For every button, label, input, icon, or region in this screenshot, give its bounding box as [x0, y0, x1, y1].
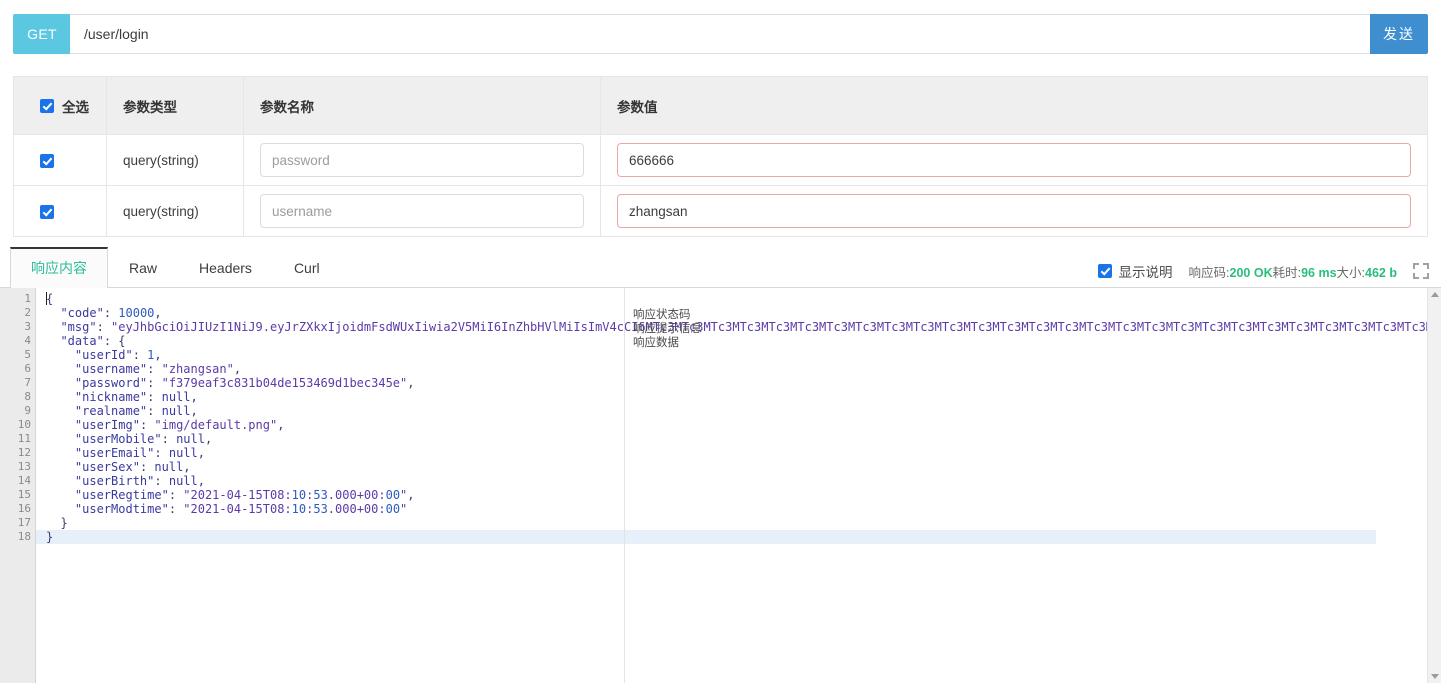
code-line: "data": { [60, 334, 126, 348]
line-number: 4▾ [0, 334, 44, 348]
code-line: "username": "zhangsan", [74, 362, 242, 376]
line-number: 11 [17, 432, 31, 445]
row-param-type-0: query(string) [106, 134, 244, 186]
show-description-toggle[interactable]: 显示说明 [1097, 261, 1173, 281]
code-line: "userRegtime": "2021-04-15T08:10:53.000+… [74, 488, 415, 502]
annotation-label: 响应数据 [633, 337, 679, 349]
elapsed-value: 96 ms [1301, 265, 1337, 280]
line-number: 8 [24, 390, 31, 403]
table-row: query(string) [13, 185, 1428, 237]
code-line: } [46, 516, 68, 530]
param-value-input-0[interactable] [617, 143, 1411, 177]
line-number: 2 [24, 306, 31, 319]
line-number: 18 [17, 530, 31, 543]
response-meta: 显示说明 响应码:200 OK耗时:96 ms大小:462 b [1097, 261, 1441, 287]
line-number: 16 [17, 502, 31, 515]
line-number: 17 [17, 516, 31, 529]
param-value-input-1[interactable] [617, 194, 1411, 228]
row-select-cell [13, 185, 107, 237]
size-value: 462 b [1365, 265, 1397, 280]
status-code-label: 响应码: [1188, 265, 1230, 280]
status-code-value: 200 OK [1229, 265, 1273, 280]
tab-response-content[interactable]: 响应内容 [10, 247, 108, 288]
code-line: "password": "f379eaf3c831b04de153469d1be… [74, 376, 415, 390]
line-number: 12 [17, 446, 31, 459]
expand-icon[interactable] [1413, 263, 1429, 279]
code-line: "realname": null, [74, 404, 198, 418]
code-line: "userMobile": null, [74, 432, 213, 446]
row-param-name-cell-0 [243, 134, 601, 186]
parameters-table: 全选 参数类型 参数名称 参数值 query(string) query [13, 76, 1428, 237]
editor-print-margin [624, 288, 625, 683]
code-line: "msg": "eyJhbGciOiJIUzI1NiJ9.eyJrZXkxIjo… [60, 320, 1441, 334]
code-line: "userEmail": null, [74, 446, 205, 460]
editor-code-area[interactable]: { "code": 10000, "msg": "eyJhbGciOiJIUzI… [36, 288, 1441, 683]
line-number: 7 [24, 376, 31, 389]
row-checkbox-1[interactable] [40, 204, 54, 219]
code-line: "nickname": null, [74, 390, 198, 404]
header-param-name: 参数名称 [243, 76, 601, 135]
table-row: query(string) [13, 134, 1428, 186]
editor-gutter: 1▾234▾56789101112131415161718 [0, 288, 44, 683]
select-all-checkbox[interactable] [40, 98, 54, 113]
row-param-name-cell-1 [243, 185, 601, 237]
editor-vertical-scrollbar[interactable] [1427, 288, 1441, 683]
code-line: "code": 10000, [60, 306, 162, 320]
header-select-all: 全选 [13, 76, 107, 135]
row-select-cell [13, 134, 107, 186]
line-number: 1▾ [0, 292, 44, 306]
response-tabs: 响应内容 Raw Headers Curl [10, 247, 341, 288]
tab-headers[interactable]: Headers [178, 247, 273, 287]
scroll-down-arrow-icon[interactable] [1431, 674, 1439, 679]
row-param-value-cell-0 [600, 134, 1428, 186]
line-number: 6 [24, 362, 31, 375]
line-number: 14 [17, 474, 31, 487]
editor-caret [46, 292, 47, 305]
show-description-checkbox[interactable] [1097, 264, 1112, 278]
code-line: "userId": 1, [74, 348, 162, 362]
line-number: 15 [17, 488, 31, 501]
send-request-button[interactable]: 发送 [1370, 14, 1428, 54]
response-tabbar: 响应内容 Raw Headers Curl 显示说明 响应码:200 OK耗时:… [0, 247, 1441, 288]
param-name-input-0[interactable] [260, 143, 584, 177]
select-all-label: 全选 [62, 99, 89, 115]
tab-curl[interactable]: Curl [273, 247, 341, 287]
line-number: 10 [17, 418, 31, 431]
param-name-input-1[interactable] [260, 194, 584, 228]
line-number: 13 [17, 460, 31, 473]
request-url-input[interactable] [70, 14, 1370, 54]
size-label: 大小: [1336, 265, 1366, 280]
code-line: } [36, 530, 1376, 544]
elapsed-label: 耗时: [1272, 265, 1302, 280]
line-number: 9 [24, 404, 31, 417]
response-code-editor[interactable]: 1▾234▾56789101112131415161718 { "code": … [0, 288, 1441, 683]
code-line: "userImg": "img/default.png", [74, 418, 285, 432]
code-line: "userSex": null, [74, 460, 191, 474]
header-param-value: 参数值 [600, 76, 1428, 135]
row-param-type-1: query(string) [106, 185, 244, 237]
scroll-up-arrow-icon[interactable] [1431, 292, 1439, 297]
row-checkbox-0[interactable] [40, 153, 54, 168]
http-method-button[interactable]: GET [13, 14, 70, 54]
code-line: "userBirth": null, [74, 474, 205, 488]
code-line: { [46, 292, 54, 306]
line-number: 5 [24, 348, 31, 361]
show-description-label: 显示说明 [1118, 265, 1173, 280]
row-param-value-cell-1 [600, 185, 1428, 237]
status-badge: 响应码:200 OK耗时:96 ms大小:462 b [1189, 262, 1397, 281]
table-header-row: 全选 参数类型 参数名称 参数值 [13, 76, 1428, 135]
code-line: "userModtime": "2021-04-15T08:10:53.000+… [74, 502, 408, 516]
line-number: 3 [24, 320, 31, 333]
tab-raw[interactable]: Raw [108, 247, 178, 287]
header-param-type: 参数类型 [106, 76, 244, 135]
request-bar: GET 发送 [13, 14, 1428, 54]
